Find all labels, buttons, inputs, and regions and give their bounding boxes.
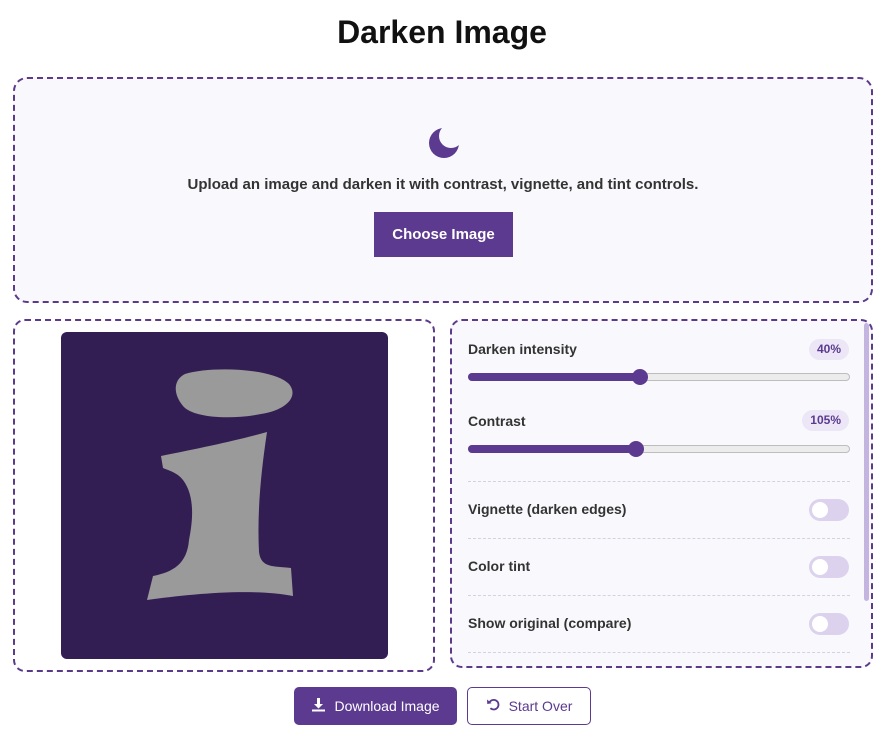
divider xyxy=(468,481,850,482)
vignette-label: Vignette (darken edges) xyxy=(468,501,627,517)
contrast-slider[interactable] xyxy=(468,441,850,457)
darken-intensity-thumb[interactable] xyxy=(631,369,648,385)
start-over-button[interactable]: Start Over xyxy=(467,687,591,725)
contrast-thumb[interactable] xyxy=(628,441,645,457)
download-image-button[interactable]: Download Image xyxy=(294,687,457,725)
choose-image-button[interactable]: Choose Image xyxy=(374,212,513,257)
upload-description: Upload an image and darken it with contr… xyxy=(187,176,699,193)
divider xyxy=(468,538,850,539)
divider xyxy=(468,595,850,596)
image-preview xyxy=(61,332,388,659)
controls-scrollbar[interactable] xyxy=(864,323,869,601)
preview-image-glyph xyxy=(147,369,293,600)
color-tint-label: Color tint xyxy=(468,558,531,574)
darken-intensity-label: Darken intensity xyxy=(468,341,577,357)
contrast-value: 105% xyxy=(802,410,849,431)
undo-icon xyxy=(486,697,501,715)
darken-intensity-slider[interactable] xyxy=(468,369,850,385)
darken-intensity-value: 40% xyxy=(808,339,849,360)
start-over-label: Start Over xyxy=(508,698,573,714)
divider xyxy=(468,652,850,653)
page-title: Darken Image xyxy=(337,14,547,50)
controls-panel: Darken intensity 40% Contrast 105% Vigne… xyxy=(450,319,873,668)
moon-icon xyxy=(429,125,463,159)
download-image-label: Download Image xyxy=(334,698,440,714)
show-original-label: Show original (compare) xyxy=(468,615,632,631)
contrast-label: Contrast xyxy=(468,413,526,429)
download-icon xyxy=(311,697,326,715)
vignette-toggle[interactable] xyxy=(809,499,849,521)
upload-dropzone[interactable]: Upload an image and darken it with contr… xyxy=(13,77,873,303)
color-tint-toggle[interactable] xyxy=(809,556,849,578)
preview-panel xyxy=(13,319,435,672)
show-original-toggle[interactable] xyxy=(809,613,849,635)
